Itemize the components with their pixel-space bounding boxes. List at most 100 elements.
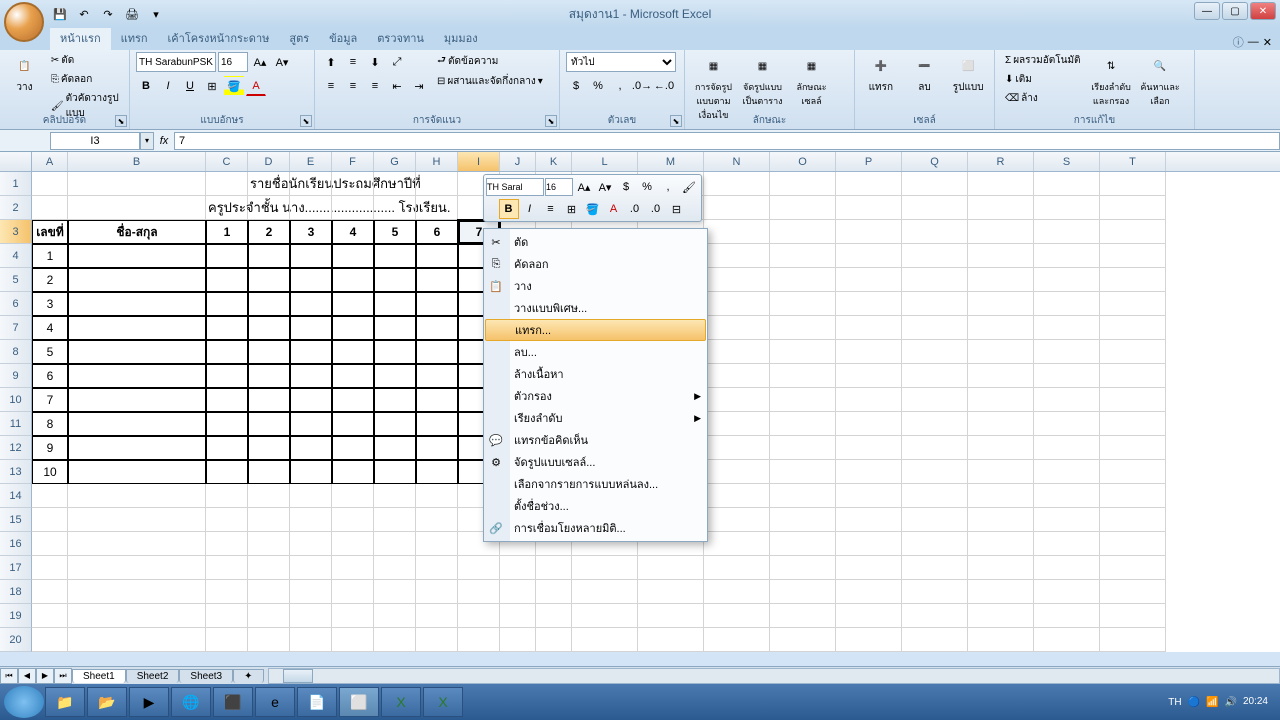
cell[interactable] [458,556,500,580]
cell[interactable]: 6 [32,364,68,388]
cell[interactable] [1100,604,1166,628]
cell[interactable] [206,340,248,364]
tab-formulas[interactable]: สูตร [279,26,319,50]
orientation-icon[interactable]: ⤢ [387,52,407,72]
cell[interactable] [332,268,374,292]
cell[interactable]: 6 [416,220,458,244]
cell[interactable] [416,172,458,196]
row-header-4[interactable]: 4 [0,244,32,268]
cell[interactable] [968,412,1034,436]
cell[interactable] [416,436,458,460]
cell[interactable] [704,556,770,580]
cell[interactable] [704,244,770,268]
col-header-P[interactable]: P [836,152,902,171]
row-header-20[interactable]: 20 [0,628,32,652]
new-sheet-button[interactable]: ✦ [233,669,263,683]
row-header-5[interactable]: 5 [0,268,32,292]
row-header-12[interactable]: 12 [0,436,32,460]
cell[interactable] [836,412,902,436]
font-name-select[interactable] [136,52,216,72]
cell[interactable] [206,412,248,436]
menu-item[interactable]: 💬แทรกข้อคิดเห็น [484,429,707,451]
cell[interactable] [968,484,1034,508]
cell[interactable] [704,316,770,340]
underline-button[interactable]: U [180,76,200,96]
cell[interactable] [1034,340,1100,364]
cell[interactable] [836,580,902,604]
ribbon-minimize-icon[interactable]: — [1248,36,1259,48]
cell[interactable] [836,460,902,484]
mini-dec-inc-icon[interactable]: .0 [625,199,645,219]
autosum-button[interactable]: Σผลรวมอัตโนมัติ [1001,52,1085,69]
cell[interactable] [68,364,206,388]
cell[interactable] [770,484,836,508]
col-header-C[interactable]: C [206,152,248,171]
mini-border-icon[interactable]: ⊞ [562,199,582,219]
tab-layout[interactable]: เค้าโครงหน้ากระดาษ [158,26,280,50]
cell[interactable] [68,460,206,484]
cell[interactable] [902,484,968,508]
cell[interactable] [68,508,206,532]
office-button[interactable] [4,2,44,42]
tray-network-icon[interactable]: 📶 [1206,697,1218,708]
indent-decrease-icon[interactable]: ⇤ [387,76,407,96]
sheet-tab-3[interactable]: Sheet3 [179,669,233,683]
cell[interactable] [458,628,500,652]
col-header-A[interactable]: A [32,152,68,171]
cell[interactable] [1034,580,1100,604]
cell[interactable] [902,268,968,292]
alignment-launcher[interactable]: ⬊ [545,115,557,127]
cell[interactable] [374,436,416,460]
cell[interactable] [416,268,458,292]
cell[interactable] [1034,196,1100,220]
task-app3[interactable]: ⬜ [339,687,379,717]
col-header-N[interactable]: N [704,152,770,171]
row-header-19[interactable]: 19 [0,604,32,628]
col-header-B[interactable]: B [68,152,206,171]
cell[interactable] [770,220,836,244]
cell[interactable] [968,340,1034,364]
cell[interactable] [902,436,968,460]
cell[interactable] [1100,412,1166,436]
cell[interactable] [770,628,836,652]
undo-icon[interactable]: ↶ [74,5,94,23]
cell[interactable] [332,436,374,460]
row-header-17[interactable]: 17 [0,556,32,580]
cell[interactable] [332,388,374,412]
cell[interactable] [968,604,1034,628]
menu-item[interactable]: ⚙จัดรูปแบบเซลล์... [484,451,707,473]
cell[interactable] [836,484,902,508]
col-header-F[interactable]: F [332,152,374,171]
mini-italic-button[interactable]: I [520,199,540,219]
align-right-icon[interactable]: ≡ [365,76,385,96]
cell[interactable] [836,388,902,412]
cell[interactable] [770,532,836,556]
cell[interactable] [1100,172,1166,196]
cell[interactable] [968,220,1034,244]
cell[interactable] [206,436,248,460]
cell[interactable] [32,556,68,580]
cell[interactable]: 4 [32,316,68,340]
cell[interactable] [1034,556,1100,580]
row-header-11[interactable]: 11 [0,412,32,436]
mini-currency-icon[interactable]: $ [616,177,636,197]
menu-item[interactable]: ล้างเนื้อหา [484,363,707,385]
cell[interactable] [290,292,332,316]
increase-decimal-icon[interactable]: .0→ [632,76,652,96]
cell[interactable] [248,532,290,556]
cell[interactable] [902,244,968,268]
row-header-1[interactable]: 1 [0,172,32,196]
cell[interactable] [374,604,416,628]
cell[interactable] [836,316,902,340]
cell[interactable] [68,268,206,292]
cell[interactable] [332,460,374,484]
col-header-M[interactable]: M [638,152,704,171]
cell[interactable] [1100,628,1166,652]
cell[interactable] [290,508,332,532]
cell[interactable] [704,580,770,604]
redo-icon[interactable]: ↷ [98,5,118,23]
font-launcher[interactable]: ⬊ [300,115,312,127]
cell[interactable] [1034,244,1100,268]
col-header-K[interactable]: K [536,152,572,171]
mini-align-icon[interactable]: ≡ [541,199,561,219]
